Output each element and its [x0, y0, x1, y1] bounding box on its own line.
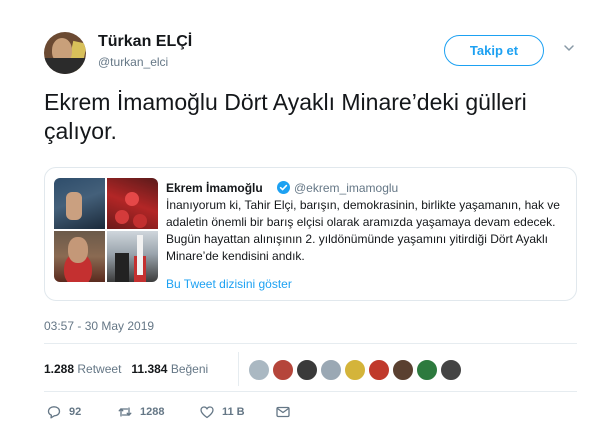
reply-action[interactable]: 92 [46, 404, 81, 420]
verified-badge-icon [277, 181, 290, 194]
media-photo[interactable] [54, 178, 105, 229]
tweet-text: Ekrem İmamoğlu Dört Ayaklı Minare’deki g… [44, 89, 527, 144]
follow-button[interactable]: Takip et [444, 35, 544, 66]
message-action[interactable] [275, 404, 291, 420]
liker-avatar[interactable] [248, 359, 270, 381]
liker-avatar[interactable] [440, 359, 462, 381]
media-photo[interactable] [54, 231, 105, 282]
engagement-stats: 1.288 Retweet 11.384 Beğeni [44, 362, 208, 376]
author-display-name[interactable]: Türkan ELÇİ [98, 33, 192, 51]
retweet-action[interactable]: 1288 [117, 404, 164, 420]
like-action[interactable]: 11 B [199, 404, 245, 420]
retweet-label[interactable]: Retweet [77, 362, 121, 376]
like-action-count: 11 B [222, 406, 245, 418]
quoted-display-name[interactable]: Ekrem İmamoğlu [166, 181, 263, 195]
message-icon [276, 406, 290, 418]
reply-icon [47, 406, 61, 419]
liker-avatar[interactable] [320, 359, 342, 381]
like-icon [200, 406, 214, 419]
quoted-handle[interactable]: @ekrem_imamoglu [294, 181, 398, 195]
media-photo[interactable] [107, 231, 158, 282]
retweet-count[interactable]: 1.288 [44, 362, 74, 376]
chevron-down-icon[interactable] [563, 42, 575, 54]
liker-avatar[interactable] [344, 359, 366, 381]
reply-count: 92 [69, 406, 82, 418]
author-avatar[interactable] [44, 32, 86, 74]
like-label[interactable]: Beğeni [171, 362, 208, 376]
liker-avatar[interactable] [368, 359, 390, 381]
author-handle[interactable]: @turkan_elci [98, 55, 168, 69]
retweet-icon [118, 407, 132, 417]
stats-separator [238, 352, 239, 386]
retweet-action-count: 1288 [140, 406, 165, 418]
quoted-tweet-media[interactable] [54, 178, 158, 282]
timestamp[interactable]: 03:57 - 30 May 2019 [44, 319, 154, 333]
show-thread-link[interactable]: Bu Tweet dizisini göster [166, 277, 292, 291]
liker-avatar[interactable] [392, 359, 414, 381]
media-photo[interactable] [107, 178, 158, 229]
quoted-tweet-text: İnanıyorum ki, Tahir Elçi, barışın, demo… [166, 198, 560, 263]
liker-avatar[interactable] [296, 359, 318, 381]
divider [44, 343, 577, 344]
like-count[interactable]: 11.384 [131, 362, 167, 376]
divider [44, 391, 577, 392]
liker-avatar[interactable] [416, 359, 438, 381]
liker-avatar[interactable] [272, 359, 294, 381]
